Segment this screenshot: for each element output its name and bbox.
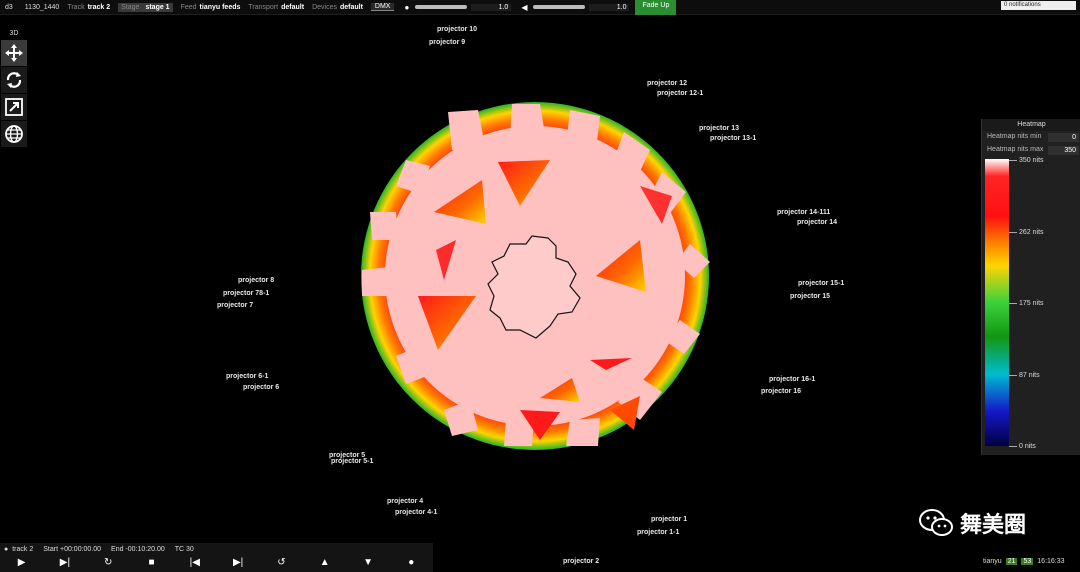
play-icon[interactable]: ▶ xyxy=(12,557,32,568)
projector-label[interactable]: projector 13 xyxy=(699,125,739,133)
watermark: 舞美圈 xyxy=(918,507,1026,539)
down-icon[interactable]: ▼ xyxy=(358,557,378,568)
heatmap-panel: Heatmap Heatmap nits min 0 Heatmap nits … xyxy=(981,119,1080,455)
heatmap-color-scale xyxy=(985,159,1009,446)
transport-start[interactable]: Start +00:00:00.00 xyxy=(43,546,101,553)
heatmap-tick: 262 nits xyxy=(1009,229,1044,236)
projector-label[interactable]: projector 1 xyxy=(651,516,687,524)
transport-settings-icon[interactable]: ● xyxy=(4,546,8,553)
projector-label[interactable]: projector 12-1 xyxy=(657,90,703,98)
status-time: 16:16:33 xyxy=(1037,557,1065,565)
skip-forward-icon[interactable]: ▶| xyxy=(228,557,248,568)
projector-label[interactable]: projector 12 xyxy=(647,80,687,88)
transport-track[interactable]: track 2 xyxy=(12,546,33,553)
return-icon[interactable]: ↺ xyxy=(271,557,291,568)
projector-label[interactable]: projector 9 xyxy=(429,39,465,47)
transport-bar: ● track 2 Start +00:00:00.00 End -00:10:… xyxy=(0,543,433,572)
watermark-text: 舞美圈 xyxy=(960,513,1027,538)
projector-label[interactable]: projector 13-1 xyxy=(710,135,756,143)
projector-label[interactable]: projector 2 xyxy=(563,558,599,566)
status-fps: 21 xyxy=(1005,557,1018,565)
up-icon[interactable]: ▲ xyxy=(315,557,335,568)
status-user: tianyu xyxy=(983,557,1002,565)
projector-label[interactable]: projector 1-1 xyxy=(637,529,679,537)
heatmap-tick: 0 nits xyxy=(1009,443,1036,450)
heatmap-tick: 175 nits xyxy=(1009,300,1044,307)
projector-label[interactable]: projector 15 xyxy=(790,293,830,301)
status-bar: tianyu 21 53 16:16:33 xyxy=(983,556,1069,566)
projector-label[interactable]: projector 6-1 xyxy=(226,373,268,381)
status-badge: 53 xyxy=(1021,557,1034,565)
heatmap-max-label: Heatmap nits max xyxy=(987,146,1044,153)
heatmap-title: Heatmap xyxy=(982,119,1080,131)
heatmap-tick: 87 nits xyxy=(1009,372,1040,379)
transport-end[interactable]: End -00:10:20.00 xyxy=(111,546,165,553)
skip-back-icon[interactable]: |◀ xyxy=(185,557,205,568)
stage-viewport[interactable] xyxy=(0,0,1080,572)
heatmap-tick: 350 nits xyxy=(1009,157,1044,164)
transport-buttons: ▶ ▶| ↻ ■ |◀ ▶| ↺ ▲ ▼ ● xyxy=(0,557,433,568)
projector-label[interactable]: projector 4 xyxy=(387,498,423,506)
projector-label[interactable]: projector 5-1 xyxy=(331,458,373,466)
transport-info: ● track 2 Start +00:00:00.00 End -00:10:… xyxy=(0,543,433,555)
play-to-end-icon[interactable]: ▶| xyxy=(55,557,75,568)
transport-tc[interactable]: TC 30 xyxy=(175,546,194,553)
projector-label[interactable]: projector 16 xyxy=(761,388,801,396)
projector-label[interactable]: projector 8 xyxy=(238,277,274,285)
projector-label[interactable]: projector 14 xyxy=(797,219,837,227)
wechat-icon xyxy=(919,509,953,536)
loop-icon[interactable]: ↻ xyxy=(98,557,118,568)
projector-label[interactable]: projector 78-1 xyxy=(223,290,269,298)
heatmap-min-input[interactable]: 0 xyxy=(1048,133,1079,142)
projector-label[interactable]: projector 10 xyxy=(437,26,477,34)
stop-icon[interactable]: ■ xyxy=(142,557,162,568)
projector-label[interactable]: projector 14-111 xyxy=(777,209,830,217)
projector-label[interactable]: projector 7 xyxy=(217,302,253,310)
heatmap-max-input[interactable]: 350 xyxy=(1048,146,1079,155)
projector-label[interactable]: projector 15-1 xyxy=(798,280,844,288)
projector-label[interactable]: projector 4-1 xyxy=(395,509,437,517)
projector-label[interactable]: projector 16-1 xyxy=(769,376,815,384)
projector-label[interactable]: projector 6 xyxy=(243,384,279,392)
heatmap-min-label: Heatmap nits min xyxy=(987,133,1042,140)
record-icon[interactable]: ● xyxy=(401,557,421,568)
